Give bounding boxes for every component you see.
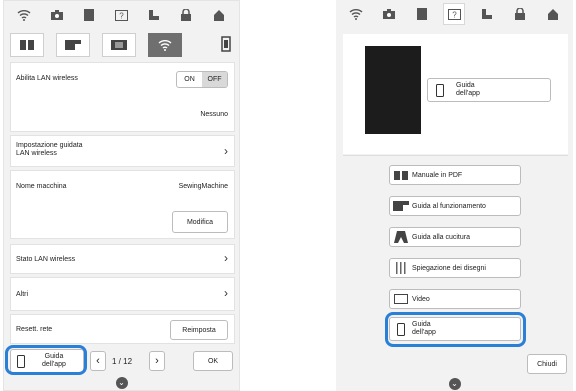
wlan-on-button[interactable]: ON [177, 72, 202, 87]
book-icon [20, 40, 34, 50]
tab-wireless[interactable] [148, 33, 182, 57]
ok-button[interactable]: OK [193, 351, 233, 371]
close-button[interactable]: Chiudi [527, 354, 567, 374]
menu-item-sewing-guide[interactable]: Guida alla cucitura [389, 227, 521, 247]
highlight-app-guide [385, 312, 526, 347]
others-row[interactable]: Altri › [10, 277, 235, 311]
machine-name-panel: Nome macchina SewingMachine Modifica [10, 170, 235, 239]
settings-screen: ? Abilita LAN wireless ON OFF Nessuno Im… [3, 0, 240, 391]
home-icon[interactable] [542, 3, 564, 25]
reset-button[interactable]: Reimposta [170, 320, 228, 340]
wlan-enable-panel: Abilita LAN wireless ON OFF Nessuno [10, 62, 235, 132]
help-screen: ? Guida dell'app Manuale in PDF Guida al… [336, 0, 573, 391]
chevron-right-icon: › [224, 144, 228, 158]
help-icon[interactable]: ? [443, 3, 466, 25]
menu-item-label: Guida al funzionamento [412, 202, 486, 210]
wlan-toggle[interactable]: ON OFF [176, 71, 228, 88]
others-label: Altri [16, 291, 29, 298]
settings-tabs [10, 33, 235, 57]
divider [343, 155, 568, 156]
chevron-left-icon: ‹ [96, 355, 100, 367]
home-icon[interactable] [208, 4, 230, 26]
qr-code-image [365, 46, 421, 134]
reset-label: Resett. rete [16, 326, 53, 333]
chevron-right-icon: › [224, 251, 228, 265]
menu-item-label: Manuale in PDF [412, 171, 463, 179]
sewing-icon[interactable] [143, 4, 165, 26]
wlan-enable-label: Abilita LAN wireless [16, 75, 78, 82]
menu-item-video[interactable]: Video [389, 289, 521, 309]
app-guide-label: Guida dell'app [456, 82, 480, 97]
page-indicator: 1 / 12 [112, 357, 133, 366]
garment-icon [390, 231, 412, 243]
machine-name-label: Nome macchina [16, 183, 67, 190]
machine-icon [390, 201, 412, 211]
next-page-button[interactable]: › [149, 351, 165, 371]
network-value: Nessuno [200, 111, 228, 118]
stitch-pattern-icon [390, 262, 412, 274]
phone-icon [436, 83, 444, 97]
machine-icon [65, 40, 81, 50]
app-guide-button[interactable]: Guida dell'app [427, 78, 551, 102]
wlan-status-row[interactable]: Stato LAN wireless › [10, 244, 235, 274]
document-icon[interactable] [411, 3, 433, 25]
wifi-icon[interactable] [345, 3, 367, 25]
reset-panel: Resett. rete Reimposta [10, 314, 235, 344]
expand-icon[interactable] [221, 36, 231, 57]
chevron-right-icon: › [155, 355, 159, 367]
top-toolbar: ? [4, 1, 239, 29]
menu-item-label: Guida alla cucitura [412, 233, 470, 241]
guided-setup-row[interactable]: Impostazione guidata LAN wireless › [10, 135, 235, 167]
tab-machine[interactable] [56, 33, 90, 57]
qr-panel: Guida dell'app [343, 34, 568, 154]
lock-icon[interactable] [509, 3, 531, 25]
wifi-icon [158, 40, 172, 51]
tab-general[interactable] [10, 33, 44, 57]
prev-page-button[interactable]: ‹ [90, 351, 106, 371]
wifi-icon[interactable] [13, 4, 35, 26]
wlan-status-label: Stato LAN wireless [16, 256, 76, 263]
menu-item-label: Video [412, 295, 430, 303]
book-icon [390, 170, 412, 180]
embroidery-icon [111, 40, 127, 50]
document-icon[interactable] [78, 4, 100, 26]
svg-text:?: ? [452, 10, 457, 19]
wlan-off-button[interactable]: OFF [202, 72, 227, 87]
tab-embroidery[interactable] [102, 33, 136, 57]
chevron-right-icon: › [224, 286, 228, 300]
modify-button[interactable]: Modifica [172, 211, 228, 233]
menu-item-pattern-explanation[interactable]: Spiegazione dei disegni [389, 258, 521, 278]
guided-setup-label: Impostazione guidata LAN wireless [16, 142, 83, 158]
sewing-icon[interactable] [476, 3, 498, 25]
camera-icon[interactable] [46, 4, 68, 26]
help-icon[interactable]: ? [110, 4, 132, 26]
top-toolbar: ? [336, 0, 573, 28]
menu-item-label: Spiegazione dei disegni [412, 264, 486, 272]
machine-name-value: SewingMachine [178, 183, 228, 190]
lock-icon[interactable] [175, 4, 197, 26]
scroll-down-icon[interactable]: ⌄ [115, 377, 128, 389]
svg-text:?: ? [119, 11, 124, 20]
highlight-app-guide [5, 345, 87, 375]
menu-item-pdf-manual[interactable]: Manuale in PDF [389, 165, 521, 185]
video-icon [390, 294, 412, 304]
menu-item-operation-guide[interactable]: Guida al funzionamento [389, 196, 521, 216]
camera-icon[interactable] [378, 3, 400, 25]
scroll-down-icon[interactable]: ⌄ [448, 378, 461, 390]
